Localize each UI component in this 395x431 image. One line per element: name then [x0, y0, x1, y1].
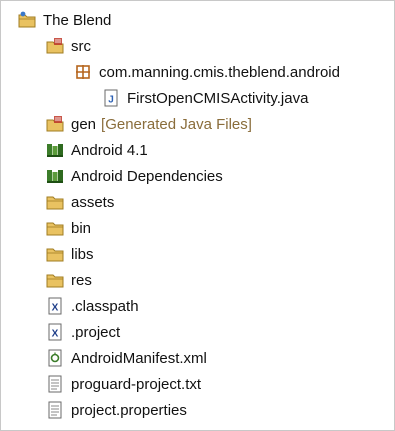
tree-item-assets[interactable]: assets — [45, 189, 114, 215]
package-icon — [73, 62, 93, 82]
project-explorer-panel: The Blend src com.manning.cmis.theblend.… — [0, 0, 395, 431]
tree-item-label: Android 4.1 — [71, 141, 148, 159]
tree-item-src[interactable]: src — [45, 33, 91, 59]
text-file-icon — [45, 400, 65, 420]
tree-item-java-file[interactable]: J FirstOpenCMISActivity.java — [101, 85, 308, 111]
tree-item-label: AndroidManifest.xml — [71, 349, 207, 367]
tree-item-label: project.properties — [71, 401, 187, 419]
tree-item-label: bin — [71, 219, 92, 237]
tree-item-label: com.manning.cmis.theblend.android — [99, 63, 340, 81]
tree-item-android-manifest[interactable]: AndroidManifest.xml — [45, 345, 207, 371]
xml-file-icon: X — [45, 322, 65, 342]
tree-item-package[interactable]: com.manning.cmis.theblend.android — [73, 59, 340, 85]
tree-item-label: FirstOpenCMISActivity.java — [127, 89, 309, 107]
tree-item-res[interactable]: res — [45, 267, 92, 293]
tree-item-label: Android Dependencies — [71, 167, 223, 185]
folder-icon — [45, 270, 65, 290]
project-folder-icon — [17, 10, 37, 30]
folder-icon — [45, 192, 65, 212]
tree-item-label: assets — [71, 193, 115, 211]
tree-item-label: The Blend — [43, 11, 112, 29]
library-icon — [45, 140, 65, 160]
tree-item-gen[interactable]: gen [Generated Java Files] — [45, 111, 252, 137]
folder-icon — [45, 244, 65, 264]
tree-item-properties[interactable]: project.properties — [45, 397, 187, 423]
tree-item-proguard[interactable]: proguard-project.txt — [45, 371, 201, 397]
tree-item-decoration: [Generated Java Files] — [101, 115, 252, 133]
folder-icon — [45, 218, 65, 238]
text-file-icon — [45, 374, 65, 394]
tree-item-label: proguard-project.txt — [71, 375, 202, 393]
tree-item-classpath[interactable]: X .classpath — [45, 293, 139, 319]
tree-item-label: src — [71, 37, 91, 55]
svg-text:X: X — [52, 303, 59, 314]
tree-item-label: res — [71, 271, 92, 289]
source-folder-icon — [45, 36, 65, 56]
source-folder-icon — [45, 114, 65, 134]
tree-item-libs[interactable]: libs — [45, 241, 94, 267]
svg-text:X: X — [52, 329, 59, 340]
tree-item-label: libs — [71, 245, 94, 263]
tree-item-android-library[interactable]: Android 4.1 — [45, 137, 148, 163]
tree-item-bin[interactable]: bin — [45, 215, 91, 241]
tree-item-label: gen — [71, 115, 97, 133]
tree-item-label: .classpath — [71, 297, 139, 315]
tree-item-project-file[interactable]: X .project — [45, 319, 120, 345]
library-icon — [45, 166, 65, 186]
android-manifest-icon — [45, 348, 65, 368]
tree-item-android-dependencies[interactable]: Android Dependencies — [45, 163, 223, 189]
xml-file-icon: X — [45, 296, 65, 316]
tree-item-the-blend[interactable]: The Blend — [17, 7, 111, 33]
java-file-icon: J — [101, 88, 121, 108]
svg-text:J: J — [108, 95, 114, 106]
tree-item-label: .project — [71, 323, 121, 341]
